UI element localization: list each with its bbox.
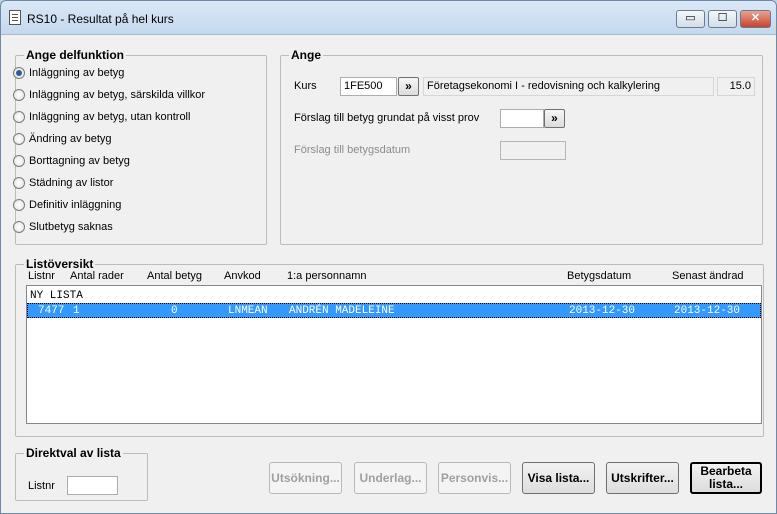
- radio-label: Städning av listor: [29, 177, 114, 189]
- column-header-betygsdatum[interactable]: Betygsdatum: [567, 270, 631, 282]
- maximize-button[interactable]: ☐: [708, 10, 737, 28]
- radio-utan-kontroll[interactable]: Inläggning av betyg, utan kontroll: [13, 109, 190, 125]
- cell-personnamn: ANDRÉN MADELEINE: [289, 305, 395, 317]
- list-item-new[interactable]: NY LISTA: [27, 289, 761, 304]
- direktval-legend: Direktval av lista: [26, 446, 121, 460]
- radio-label: Inläggning av betyg, särskilda villkor: [29, 89, 206, 101]
- title-bar[interactable]: RS10 - Resultat på hel kurs ▭ ☐ ✕: [1, 1, 776, 35]
- direktval-listnr-input[interactable]: [67, 476, 118, 495]
- minimize-button[interactable]: ▭: [676, 10, 705, 28]
- radio-label: Borttagning av betyg: [29, 155, 130, 167]
- column-header-antal-betyg[interactable]: Antal betyg: [147, 270, 202, 282]
- radio-icon: [13, 177, 25, 189]
- visa-lista-button[interactable]: Visa lista...: [522, 462, 595, 494]
- radio-icon: [13, 199, 25, 211]
- radio-icon: [13, 111, 25, 123]
- radio-definitiv[interactable]: Definitiv inläggning: [13, 197, 121, 213]
- kurs-points-field: 15.0: [717, 77, 755, 96]
- underlag-button[interactable]: Underlag...: [354, 462, 427, 494]
- direktval-listnr-label: Listnr: [28, 480, 55, 492]
- radio-label: Inläggning av betyg: [29, 67, 125, 79]
- radio-andring[interactable]: Ändring av betyg: [13, 131, 112, 147]
- list-overview-listbox[interactable]: NY LISTA 7477 1 0 LNMEAN ANDRÉN MADELEIN…: [26, 285, 762, 424]
- radio-icon: [13, 133, 25, 145]
- radio-icon: [13, 155, 25, 167]
- personvis-button[interactable]: Personvis...: [438, 462, 511, 494]
- radio-slutbetyg-saknas[interactable]: Slutbetyg saknas: [13, 219, 113, 235]
- radio-icon: [13, 221, 25, 233]
- forslag-datum-label: Förslag till betygsdatum: [294, 144, 411, 156]
- cell-betygsdatum: 2013-12-30: [569, 305, 636, 317]
- radio-label: Inläggning av betyg, utan kontroll: [29, 111, 191, 123]
- radio-checked-icon: [13, 67, 25, 79]
- radio-sarskilda-villkor[interactable]: Inläggning av betyg, särskilda villkor: [13, 87, 205, 103]
- utskrifter-button[interactable]: Utskrifter...: [606, 462, 679, 494]
- radio-label: Definitiv inläggning: [29, 199, 122, 211]
- radio-inlaggning[interactable]: Inläggning av betyg: [13, 65, 124, 81]
- forslag-prov-label: Förslag till betyg grundat på visst prov: [294, 112, 480, 124]
- close-icon: ✕: [750, 12, 761, 24]
- column-header-antal-rader[interactable]: Antal rader: [70, 270, 124, 282]
- cell-antal-rader: 1: [73, 305, 80, 317]
- bearbeta-label-line2: lista...: [708, 477, 743, 491]
- minimize-icon: ▭: [685, 12, 696, 24]
- column-header-personnamn[interactable]: 1:a personnamn: [287, 270, 367, 282]
- radio-borttagning[interactable]: Borttagning av betyg: [13, 153, 130, 169]
- forslag-datum-input[interactable]: [500, 141, 566, 160]
- cell-listnr: 7477: [38, 305, 65, 317]
- radio-label: Ändring av betyg: [29, 133, 112, 145]
- radio-label: Slutbetyg saknas: [29, 221, 113, 233]
- ange-legend: Ange: [291, 48, 321, 62]
- cell-antal-betyg: 0: [171, 305, 178, 317]
- document-icon: [9, 10, 21, 25]
- delfunktion-legend: Ange delfunktion: [26, 48, 124, 62]
- bearbeta-lista-button[interactable]: Bearbeta lista...: [690, 462, 762, 494]
- kurs-lookup-button[interactable]: »: [398, 77, 419, 96]
- app-window: RS10 - Resultat på hel kurs ▭ ☐ ✕ Ange d…: [0, 0, 777, 514]
- close-button[interactable]: ✕: [740, 10, 771, 28]
- listoversikt-legend: Listöversikt: [26, 257, 94, 271]
- table-row[interactable]: 7477 1 0 LNMEAN ANDRÉN MADELEINE 2013-12…: [27, 303, 761, 318]
- radio-icon: [13, 89, 25, 101]
- maximize-icon: ☐: [717, 12, 728, 24]
- column-header-listnr[interactable]: Listnr: [28, 270, 55, 282]
- forslag-prov-input[interactable]: [500, 109, 544, 128]
- utsokning-button[interactable]: Utsökning...: [269, 462, 342, 494]
- kurs-input[interactable]: 1FE500: [340, 77, 397, 96]
- column-header-senast-andrad[interactable]: Senast ändrad: [672, 270, 744, 282]
- cell-anvkod: LNMEAN: [228, 305, 268, 317]
- window-title: RS10 - Resultat på hel kurs: [27, 12, 174, 26]
- forslag-prov-lookup-button[interactable]: »: [544, 109, 565, 128]
- cell-senast-andrad: 2013-12-30: [674, 305, 741, 317]
- column-header-anvkod[interactable]: Anvkod: [224, 270, 261, 282]
- radio-stadning[interactable]: Städning av listor: [13, 175, 113, 191]
- kurs-name-field: Företagsekonomi I - redovisning och kalk…: [423, 77, 714, 96]
- kurs-label: Kurs: [294, 80, 317, 92]
- new-list-label: NY LISTA: [30, 290, 83, 302]
